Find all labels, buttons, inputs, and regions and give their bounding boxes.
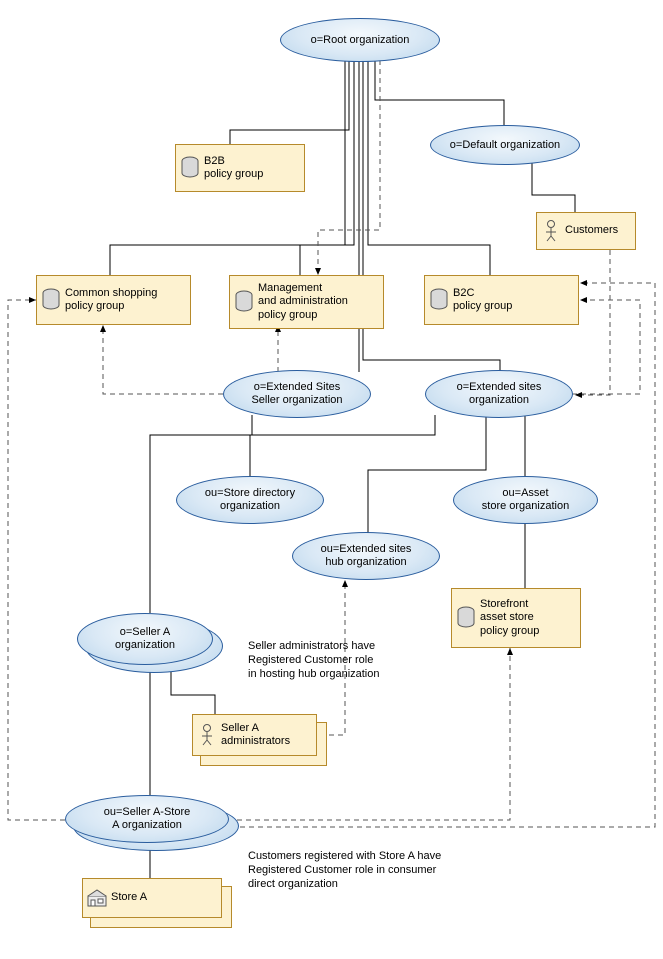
- node-seller-a-org: o=Seller Aorganization: [77, 613, 213, 665]
- node-default-org: o=Default organization: [430, 125, 580, 165]
- store-icon: [83, 888, 111, 908]
- person-icon: [537, 219, 565, 243]
- label: B2Bpolicy group: [204, 152, 304, 184]
- node-ext-sites-seller-org: o=Extended SitesSeller organization: [223, 370, 371, 418]
- label: Common shoppingpolicy group: [65, 284, 190, 316]
- person-icon: [193, 723, 221, 747]
- label: Storefrontasset storepolicy group: [480, 595, 580, 641]
- label: Store A: [111, 888, 221, 907]
- database-icon: [452, 606, 480, 630]
- node-customers: Customers: [536, 212, 636, 250]
- note-customers-store-a: Customers registered with Store A haveRe…: [248, 850, 488, 891]
- database-icon: [230, 290, 258, 314]
- node-store-directory-org: ou=Store directoryorganization: [176, 476, 324, 524]
- diagram-canvas: o=Root organization o=Default organizati…: [0, 0, 663, 959]
- note-seller-admins: Seller administrators haveRegistered Cus…: [248, 640, 413, 681]
- node-seller-a-admins: Seller Aadministrators: [192, 714, 317, 756]
- node-ext-sites-org: o=Extended sitesorganization: [425, 370, 573, 418]
- label: Customers: [565, 221, 635, 240]
- node-storefront-asset-store-policy-group: Storefrontasset storepolicy group: [451, 588, 581, 648]
- database-icon: [37, 288, 65, 312]
- node-common-shopping-policy-group: Common shoppingpolicy group: [36, 275, 191, 325]
- node-store-a: Store A: [82, 878, 222, 918]
- node-b2b-policy-group: B2Bpolicy group: [175, 144, 305, 192]
- node-b2c-policy-group: B2Cpolicy group: [424, 275, 579, 325]
- node-root-org: o=Root organization: [280, 18, 440, 62]
- node-seller-a-store-org: ou=Seller A-StoreA organization: [65, 795, 229, 843]
- label: B2Cpolicy group: [453, 284, 578, 316]
- label: Seller Aadministrators: [221, 719, 316, 751]
- node-ext-sites-hub-org: ou=Extended siteshub organization: [292, 532, 440, 580]
- database-icon: [425, 288, 453, 312]
- node-mgmt-admin-policy-group: Managementand administrationpolicy group: [229, 275, 384, 329]
- label: Managementand administrationpolicy group: [258, 279, 383, 325]
- database-icon: [176, 156, 204, 180]
- node-asset-store-org: ou=Assetstore organization: [453, 476, 598, 524]
